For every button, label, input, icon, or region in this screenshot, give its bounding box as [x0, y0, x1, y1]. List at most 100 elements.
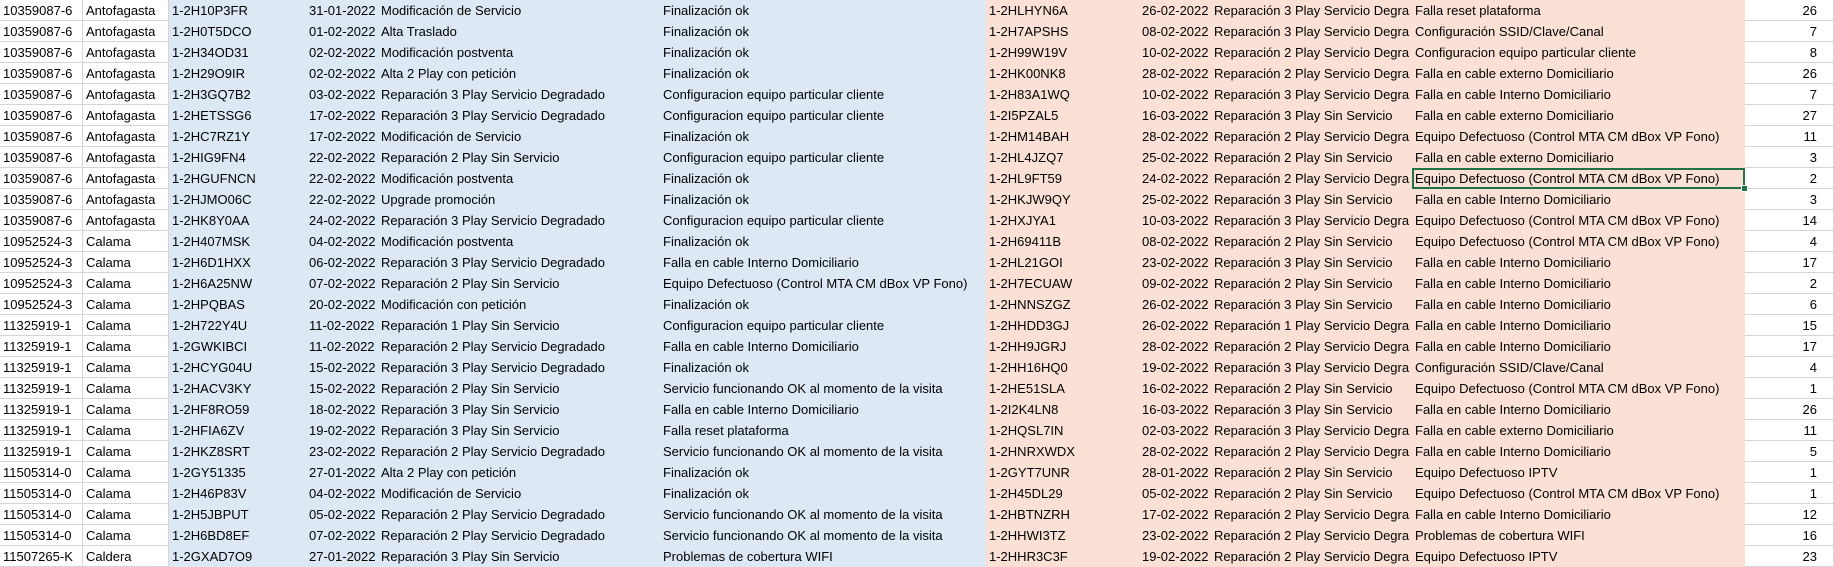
repair-cause-cell[interactable]: Configuración SSID/Clave/Canal: [1412, 357, 1745, 378]
order-id-cell[interactable]: 1-2HC7RZ1Y: [169, 126, 306, 147]
rut-cell[interactable]: 11325919-1: [0, 441, 83, 462]
repair-type-cell[interactable]: Reparación 2 Play Servicio Degra: [1211, 441, 1412, 462]
repair-date-cell[interactable]: 09-02-2022: [1139, 273, 1211, 294]
order-type-cell[interactable]: Reparación 3 Play Servicio Degradado: [378, 357, 660, 378]
order-date-cell[interactable]: 07-02-2022: [306, 273, 378, 294]
repair-date-cell[interactable]: 28-02-2022: [1139, 63, 1211, 84]
rut-cell[interactable]: 10359087-6: [0, 105, 83, 126]
days-cell[interactable]: 26: [1745, 63, 1834, 84]
repair-id-cell[interactable]: 1-2HHR3C3F: [986, 546, 1139, 567]
repair-type-cell[interactable]: Reparación 3 Play Sin Servicio: [1211, 105, 1412, 126]
closure-status-cell[interactable]: Configuracion equipo particular cliente: [660, 84, 986, 105]
repair-type-cell[interactable]: Reparación 2 Play Sin Servicio: [1211, 462, 1412, 483]
rut-cell[interactable]: 10952524-3: [0, 294, 83, 315]
city-cell[interactable]: Calama: [83, 483, 169, 504]
repair-cause-cell[interactable]: Falla en cable Interno Domiciliario: [1412, 336, 1745, 357]
repair-date-cell[interactable]: 02-03-2022: [1139, 420, 1211, 441]
city-cell[interactable]: Calama: [83, 252, 169, 273]
order-type-cell[interactable]: Alta 2 Play con petición: [378, 63, 660, 84]
city-cell[interactable]: Antofagasta: [83, 42, 169, 63]
order-date-cell[interactable]: 27-01-2022: [306, 462, 378, 483]
repair-cause-cell[interactable]: Falla en cable Interno Domiciliario: [1412, 273, 1745, 294]
repair-id-cell[interactable]: 1-2H45DL29: [986, 483, 1139, 504]
repair-type-cell[interactable]: Reparación 2 Play Servicio Degra: [1211, 63, 1412, 84]
closure-status-cell[interactable]: Finalización ok: [660, 462, 986, 483]
days-cell[interactable]: 15: [1745, 315, 1834, 336]
rut-cell[interactable]: 11325919-1: [0, 378, 83, 399]
order-date-cell[interactable]: 20-02-2022: [306, 294, 378, 315]
order-id-cell[interactable]: 1-2H6BD8EF: [169, 525, 306, 546]
repair-date-cell[interactable]: 28-02-2022: [1139, 441, 1211, 462]
repair-cause-cell[interactable]: Falla en cable externo Domiciliario: [1412, 63, 1745, 84]
closure-status-cell[interactable]: Falla en cable Interno Domiciliario: [660, 336, 986, 357]
days-cell[interactable]: 5: [1745, 441, 1834, 462]
order-type-cell[interactable]: Modificación postventa: [378, 168, 660, 189]
repair-cause-cell[interactable]: Falla en cable Interno Domiciliario: [1412, 189, 1745, 210]
order-date-cell[interactable]: 22-02-2022: [306, 189, 378, 210]
repair-type-cell[interactable]: Reparación 3 Play Servicio Degra: [1211, 21, 1412, 42]
closure-status-cell[interactable]: Problemas de cobertura WIFI: [660, 546, 986, 567]
rut-cell[interactable]: 10359087-6: [0, 42, 83, 63]
repair-id-cell[interactable]: 1-2HL21GOI: [986, 252, 1139, 273]
order-type-cell[interactable]: Reparación 2 Play Sin Servicio: [378, 147, 660, 168]
repair-date-cell[interactable]: 28-01-2022: [1139, 462, 1211, 483]
city-cell[interactable]: Antofagasta: [83, 21, 169, 42]
repair-type-cell[interactable]: Reparación 3 Play Servicio Degra: [1211, 420, 1412, 441]
rut-cell[interactable]: 11505314-0: [0, 483, 83, 504]
repair-date-cell[interactable]: 28-02-2022: [1139, 126, 1211, 147]
repair-date-cell[interactable]: 25-02-2022: [1139, 189, 1211, 210]
order-type-cell[interactable]: Alta 2 Play con petición: [378, 462, 660, 483]
repair-cause-cell[interactable]: Falla en cable externo Domiciliario: [1412, 420, 1745, 441]
order-id-cell[interactable]: 1-2HJMO06C: [169, 189, 306, 210]
rut-cell[interactable]: 11325919-1: [0, 315, 83, 336]
rut-cell[interactable]: 10359087-6: [0, 21, 83, 42]
city-cell[interactable]: Antofagasta: [83, 63, 169, 84]
repair-cause-cell[interactable]: Configuración SSID/Clave/Canal: [1412, 21, 1745, 42]
days-cell[interactable]: 16: [1745, 525, 1834, 546]
repair-id-cell[interactable]: 1-2HH16HQ0: [986, 357, 1139, 378]
closure-status-cell[interactable]: Configuracion equipo particular cliente: [660, 315, 986, 336]
repair-date-cell[interactable]: 10-02-2022: [1139, 42, 1211, 63]
repair-date-cell[interactable]: 10-02-2022: [1139, 84, 1211, 105]
repair-cause-cell[interactable]: Equipo Defectuoso (Control MTA CM dBox V…: [1412, 483, 1745, 504]
repair-type-cell[interactable]: Reparación 2 Play Sin Servicio: [1211, 483, 1412, 504]
repair-date-cell[interactable]: 26-02-2022: [1139, 294, 1211, 315]
order-date-cell[interactable]: 31-01-2022: [306, 0, 378, 21]
order-id-cell[interactable]: 1-2HKZ8SRT: [169, 441, 306, 462]
order-type-cell[interactable]: Reparación 2 Play Servicio Degradado: [378, 336, 660, 357]
order-date-cell[interactable]: 06-02-2022: [306, 252, 378, 273]
repair-cause-cell[interactable]: Falla en cable Interno Domiciliario: [1412, 315, 1745, 336]
order-date-cell[interactable]: 11-02-2022: [306, 315, 378, 336]
repair-id-cell[interactable]: 1-2I2K4LN8: [986, 399, 1139, 420]
repair-id-cell[interactable]: 1-2HNRXWDX: [986, 441, 1139, 462]
city-cell[interactable]: Calama: [83, 525, 169, 546]
days-cell[interactable]: 26: [1745, 399, 1834, 420]
repair-cause-cell[interactable]: Equipo Defectuoso IPTV: [1412, 546, 1745, 567]
order-id-cell[interactable]: 1-2HETSSG6: [169, 105, 306, 126]
closure-status-cell[interactable]: Falla reset plataforma: [660, 420, 986, 441]
repair-type-cell[interactable]: Reparación 2 Play Servicio Degra: [1211, 168, 1412, 189]
city-cell[interactable]: Antofagasta: [83, 0, 169, 21]
days-cell[interactable]: 23: [1745, 546, 1834, 567]
city-cell[interactable]: Antofagasta: [83, 84, 169, 105]
city-cell[interactable]: Antofagasta: [83, 147, 169, 168]
days-cell[interactable]: 4: [1745, 231, 1834, 252]
days-cell[interactable]: 3: [1745, 189, 1834, 210]
order-date-cell[interactable]: 02-02-2022: [306, 42, 378, 63]
repair-date-cell[interactable]: 10-03-2022: [1139, 210, 1211, 231]
repair-id-cell[interactable]: 1-2H7APSHS: [986, 21, 1139, 42]
repair-id-cell[interactable]: 1-2HH9JGRJ: [986, 336, 1139, 357]
city-cell[interactable]: Calama: [83, 462, 169, 483]
repair-cause-cell[interactable]: Falla en cable Interno Domiciliario: [1412, 441, 1745, 462]
repair-date-cell[interactable]: 25-02-2022: [1139, 147, 1211, 168]
repair-type-cell[interactable]: Reparación 2 Play Servicio Degra: [1211, 42, 1412, 63]
repair-date-cell[interactable]: 05-02-2022: [1139, 483, 1211, 504]
order-id-cell[interactable]: 1-2HCYG04U: [169, 357, 306, 378]
repair-date-cell[interactable]: 16-03-2022: [1139, 105, 1211, 126]
order-type-cell[interactable]: Reparación 3 Play Sin Servicio: [378, 546, 660, 567]
rut-cell[interactable]: 11507265-K: [0, 546, 83, 567]
repair-type-cell[interactable]: Reparación 3 Play Servicio Degra: [1211, 0, 1412, 21]
repair-date-cell[interactable]: 19-02-2022: [1139, 546, 1211, 567]
order-date-cell[interactable]: 15-02-2022: [306, 378, 378, 399]
days-cell[interactable]: 3: [1745, 147, 1834, 168]
